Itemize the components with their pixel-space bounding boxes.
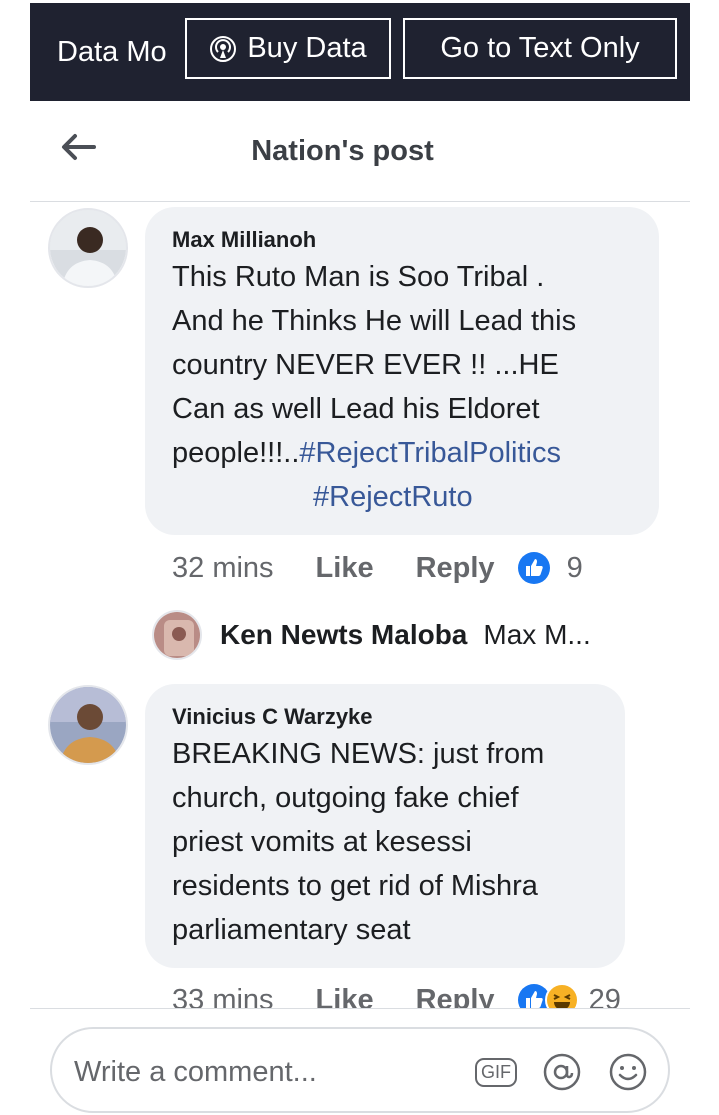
gif-label: GIF (475, 1057, 517, 1087)
emoji-icon[interactable] (606, 1050, 650, 1094)
data-mode-label: Data Mo (57, 36, 167, 68)
data-mode-bar: Data Mo Buy Data Go to Text Only (30, 3, 690, 101)
comment-text: This Ruto Man is Soo Tribal . And he Thi… (172, 255, 652, 519)
reply-snippet: Max M... (483, 619, 591, 650)
comment-meta: 32 mins Like Reply 9 (172, 551, 583, 585)
reply-author[interactable]: Ken Newts Maloba (220, 619, 467, 651)
like-reaction-icon[interactable] (517, 551, 551, 585)
comment-line: parliamentary seat (172, 914, 411, 946)
comment-line: #RejectRuto (172, 475, 652, 519)
comment-time: 32 mins (172, 551, 274, 584)
comment-author[interactable]: Max Millianoh (172, 227, 316, 253)
comment-line: church, outgoing fake chief (172, 782, 519, 814)
mention-icon[interactable] (540, 1050, 584, 1094)
comment-input[interactable] (72, 1047, 456, 1097)
gif-icon[interactable]: GIF (474, 1050, 518, 1094)
comment-bubble: Max Millianoh This Ruto Man is Soo Triba… (145, 207, 659, 535)
avatar[interactable] (152, 610, 202, 660)
avatar[interactable] (48, 208, 128, 288)
comment-line: residents to get rid of Mishra (172, 870, 538, 902)
comment-author[interactable]: Vinicius C Warzyke (172, 704, 373, 730)
post-header: Nation's post (30, 101, 690, 202)
buy-data-button[interactable]: Buy Data (185, 18, 391, 79)
comment-text: BREAKING NEWS: just from church, outgoin… (172, 732, 617, 952)
reaction-count[interactable]: 9 (567, 552, 583, 585)
divider (30, 1008, 690, 1009)
comment-line: priest vomits at kesessi (172, 826, 472, 858)
comment-line: BREAKING NEWS: just from (172, 738, 545, 770)
text-only-button[interactable]: Go to Text Only (403, 18, 677, 79)
comment-bubble: Vinicius C Warzyke BREAKING NEWS: just f… (145, 684, 625, 968)
buy-data-label: Buy Data (247, 32, 367, 64)
reply-preview[interactable]: Ken Newts Maloba Max M... (152, 610, 591, 660)
text-only-label: Go to Text Only (440, 32, 640, 64)
comment-line: country NEVER EVER !! ...HE (172, 349, 559, 381)
comment-line: Can as well Lead his Eldoret (172, 393, 540, 425)
comment-text-tail: people!!!.. (172, 437, 300, 469)
comment-composer: GIF (50, 1027, 670, 1113)
comment-line: people!!!..#RejectTribalPolitics (172, 431, 652, 475)
hashtag-link[interactable]: #RejectTribalPolitics (299, 437, 561, 469)
reply-button[interactable]: Reply (416, 552, 495, 585)
like-button[interactable]: Like (316, 552, 374, 585)
comment-line: This Ruto Man is Soo Tribal . (172, 261, 545, 293)
hashtag-link[interactable]: #RejectRuto (313, 481, 473, 513)
comment-line: And he Thinks He will Lead this (172, 305, 577, 337)
avatar[interactable] (48, 685, 128, 765)
page-title: Nation's post (251, 135, 434, 167)
broadcast-icon (209, 35, 237, 63)
